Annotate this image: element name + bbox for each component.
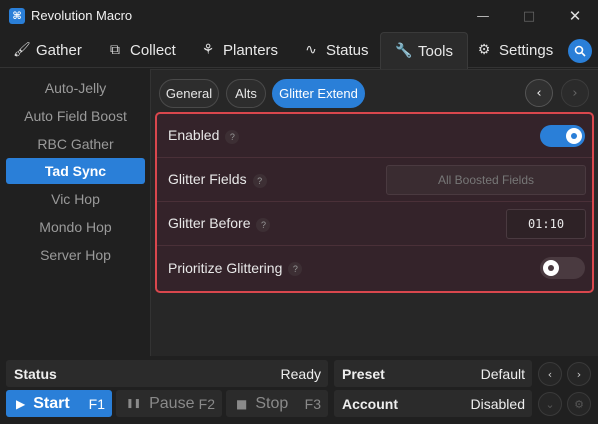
tab-planters[interactable]: ⚘ Planters bbox=[200, 32, 278, 68]
setting-row-prioritize-glittering: Prioritize Glittering? bbox=[157, 246, 592, 290]
tab-status[interactable]: ∿ Status bbox=[303, 32, 369, 68]
main-panel: General Alts Glitter Extend ‹ › Enabled?… bbox=[150, 69, 598, 356]
collect-icon: ⧉ bbox=[110, 42, 120, 58]
start-label: Start bbox=[33, 394, 70, 412]
setting-label: Glitter Before? bbox=[168, 215, 271, 232]
tab-collect[interactable]: ⧉ Collect bbox=[107, 32, 176, 68]
help-icon[interactable]: ? bbox=[256, 217, 271, 232]
account-label: Account bbox=[342, 395, 398, 412]
preset-panel: Preset Default bbox=[334, 360, 532, 387]
stop-button[interactable]: ■ Stop F3 bbox=[226, 390, 328, 417]
planter-icon: ⚘ bbox=[201, 42, 215, 58]
help-icon[interactable]: ? bbox=[225, 129, 240, 144]
help-icon[interactable]: ? bbox=[252, 173, 267, 188]
toggle-knob bbox=[566, 127, 582, 144]
gear-icon: ⚙ bbox=[477, 42, 491, 58]
setting-row-glitter-before: Glitter Before? 01:10 bbox=[157, 202, 592, 246]
search-button[interactable] bbox=[568, 39, 592, 63]
setting-label: Enabled? bbox=[168, 127, 240, 144]
sidebar: Auto-Jelly Auto Field Boost RBC Gather T… bbox=[0, 69, 150, 356]
pause-label: Pause bbox=[149, 394, 195, 412]
sidebar-item-rbc-gather[interactable]: RBC Gather bbox=[6, 131, 145, 157]
brush-icon: 🖌 bbox=[13, 42, 31, 58]
title-bar: ⌘ Revolution Macro — □ ✕ bbox=[0, 0, 598, 32]
prioritize-glittering-toggle[interactable] bbox=[540, 257, 585, 279]
minimize-button[interactable]: — bbox=[460, 0, 506, 32]
subtab-general[interactable]: General bbox=[159, 79, 219, 108]
sidebar-item-auto-field-boost[interactable]: Auto Field Boost bbox=[6, 103, 145, 129]
preset-value[interactable]: Default bbox=[481, 366, 525, 382]
stop-hotkey: F3 bbox=[304, 395, 321, 412]
play-icon: ▶ bbox=[16, 396, 26, 411]
sidebar-item-mondo-hop[interactable]: Mondo Hop bbox=[6, 214, 145, 240]
tab-label: Planters bbox=[223, 41, 279, 59]
start-hotkey: F1 bbox=[88, 395, 105, 412]
next-button[interactable]: › bbox=[561, 79, 589, 107]
tab-label: Settings bbox=[499, 41, 554, 59]
subtab-glitter-extend[interactable]: Glitter Extend bbox=[272, 79, 365, 108]
status-label: Status bbox=[14, 365, 57, 382]
setting-row-glitter-fields: Glitter Fields? All Boosted Fields bbox=[157, 158, 592, 202]
sidebar-item-server-hop[interactable]: Server Hop bbox=[6, 242, 145, 268]
close-button[interactable]: ✕ bbox=[552, 0, 598, 32]
sidebar-item-auto-jelly[interactable]: Auto-Jelly bbox=[6, 75, 145, 101]
app-logo-icon: ⌘ bbox=[9, 8, 25, 24]
maximize-button[interactable]: □ bbox=[506, 0, 552, 32]
status-panel: Status Ready bbox=[6, 360, 328, 387]
preset-next-button[interactable]: › bbox=[567, 362, 591, 386]
tab-settings[interactable]: ⚙ Settings bbox=[476, 32, 553, 68]
stop-label: Stop bbox=[255, 394, 289, 412]
glitter-before-input[interactable]: 01:10 bbox=[506, 208, 586, 239]
preset-prev-button[interactable]: ‹ bbox=[538, 362, 562, 386]
window-title: Revolution Macro bbox=[31, 8, 133, 23]
pulse-icon: ∿ bbox=[305, 42, 317, 58]
tab-label: Status bbox=[326, 41, 369, 59]
toggle-knob bbox=[543, 260, 559, 276]
start-button[interactable]: ▶ Start F1 bbox=[6, 390, 112, 417]
setting-label: Glitter Fields? bbox=[168, 171, 267, 188]
preset-label: Preset bbox=[342, 365, 385, 382]
glitter-fields-button[interactable]: All Boosted Fields bbox=[386, 164, 586, 195]
previous-button[interactable]: ‹ bbox=[525, 79, 553, 107]
account-value[interactable]: Disabled bbox=[471, 396, 525, 412]
account-gear-icon[interactable]: ⚙ bbox=[567, 392, 591, 416]
tab-label: Gather bbox=[36, 41, 82, 59]
wrench-icon: 🔧 bbox=[395, 43, 413, 59]
subtab-alts[interactable]: Alts bbox=[226, 79, 266, 108]
stop-icon: ■ bbox=[236, 396, 248, 411]
help-icon[interactable]: ? bbox=[288, 262, 303, 277]
top-navigation: 🖌 Gather ⧉ Collect ⚘ Planters ∿ Status 🔧… bbox=[0, 32, 598, 69]
search-icon bbox=[574, 45, 586, 57]
enabled-toggle[interactable] bbox=[540, 124, 585, 147]
pause-icon: ❚❚ bbox=[126, 398, 142, 409]
pause-hotkey: F2 bbox=[198, 395, 215, 412]
bottom-bar: Status Ready Preset Default ‹ › ▶ Start … bbox=[0, 356, 598, 424]
setting-row-enabled: Enabled? bbox=[157, 114, 592, 158]
tab-gather[interactable]: 🖌 Gather bbox=[13, 32, 82, 68]
glitter-settings-group: Enabled? Glitter Fields? All Boosted Fie… bbox=[155, 112, 594, 293]
tab-tools[interactable]: 🔧 Tools bbox=[380, 32, 469, 69]
tab-label: Collect bbox=[130, 41, 176, 59]
chevron-down-icon[interactable]: ⌄ bbox=[538, 392, 562, 416]
status-value: Ready bbox=[280, 365, 321, 382]
sidebar-item-vic-hop[interactable]: Vic Hop bbox=[6, 186, 145, 212]
setting-label: Prioritize Glittering? bbox=[168, 260, 303, 277]
sidebar-item-tad-sync[interactable]: Tad Sync bbox=[6, 158, 145, 184]
tab-label: Tools bbox=[418, 42, 454, 60]
pause-button[interactable]: ❚❚ Pause F2 bbox=[116, 390, 222, 417]
account-panel: Account Disabled bbox=[334, 390, 532, 417]
